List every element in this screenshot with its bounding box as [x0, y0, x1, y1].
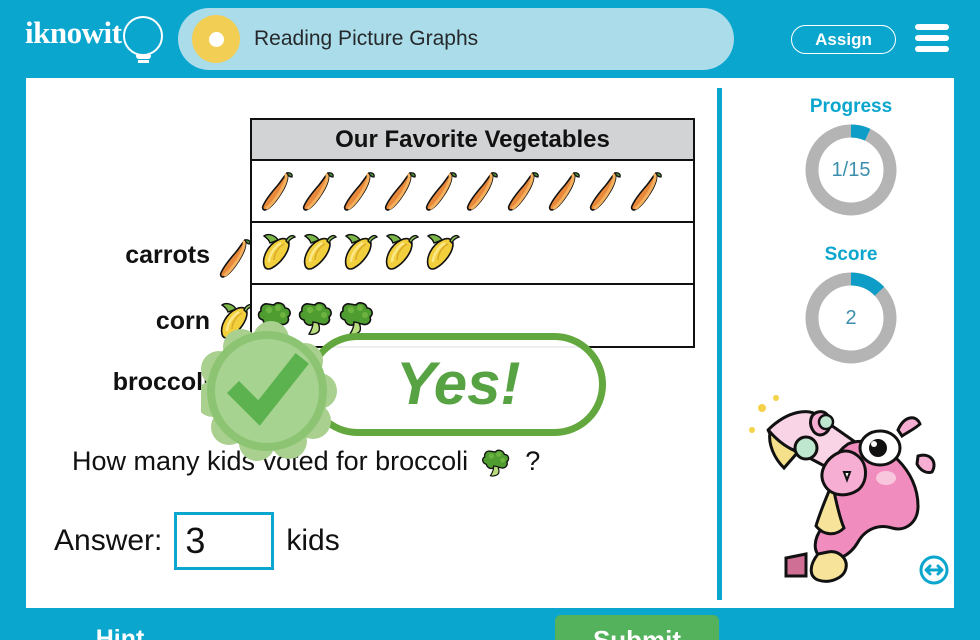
graph-row-label-carrots: carrots	[125, 241, 210, 269]
graph-row-label-corn: corn	[155, 307, 210, 335]
score-meter: Score 2	[722, 244, 980, 368]
trumpet-valve	[793, 435, 819, 461]
carrot-icon	[343, 172, 375, 211]
circle-dot-inner-icon	[209, 32, 224, 47]
feedback-text: Yes!	[396, 350, 521, 417]
score-ring: 2	[801, 268, 901, 368]
progress-label: Progress	[809, 96, 893, 117]
lesson-title-pill: Reading Picture Graphs	[178, 8, 734, 70]
corn-glyph	[220, 302, 254, 339]
hamburger-bar	[915, 46, 949, 52]
carrot-icon	[425, 172, 457, 211]
carrot-icon	[261, 172, 293, 211]
broccoli-icon	[481, 449, 509, 477]
picture-graph: Our Favorite Vegetables	[250, 118, 695, 348]
monster-foot	[784, 552, 808, 578]
score-value: 2	[845, 306, 857, 329]
status-sidebar: Progress 1/15 Score 2	[722, 78, 980, 608]
carrot-icon	[384, 172, 416, 211]
corn-icon	[262, 233, 296, 270]
question-text-after: ?	[525, 446, 541, 476]
assign-button[interactable]: Assign	[791, 25, 896, 54]
carrot-icon	[302, 172, 334, 211]
hamburger-bar	[915, 24, 949, 30]
lightbulb-base-icon	[136, 55, 151, 59]
corn-icon	[385, 233, 419, 270]
answer-label: Answer:	[54, 524, 163, 557]
carrot-icon	[630, 172, 662, 211]
carrot-icon	[507, 172, 539, 211]
corn-icon	[426, 233, 460, 270]
question-text-before: How many kids voted for broccoli	[72, 446, 469, 476]
carrot-icon	[589, 172, 621, 211]
score-label: Score	[824, 244, 878, 265]
app-header: iknowit Reading Picture Graphs Assign	[0, 0, 980, 78]
answer-input[interactable]	[174, 512, 275, 570]
progress-value: 1/15	[831, 158, 871, 181]
carrot-icon	[466, 172, 498, 211]
exercise-area: carrots corn broccoli Our Favorite Veget…	[26, 78, 719, 640]
lightbulb-base2-icon	[138, 60, 149, 63]
answer-unit-label: kids	[286, 524, 340, 557]
resize-horizontal-icon[interactable]	[918, 554, 950, 586]
picture-graph-title: Our Favorite Vegetables	[252, 120, 693, 161]
page-title: Reading Picture Graphs	[254, 27, 479, 50]
circle-dot-icon	[192, 15, 240, 63]
feedback-banner	[306, 333, 606, 436]
carrot-glyph	[219, 239, 251, 278]
broccoli-icon	[298, 302, 332, 336]
broccoli-glyph	[215, 372, 249, 406]
hint-button[interactable]: Hint	[64, 615, 176, 640]
hamburger-bar	[915, 35, 949, 41]
corn-icon	[303, 233, 337, 270]
broccoli-icon	[339, 302, 373, 336]
graph-row-label-broccoli: broccoli	[112, 368, 210, 396]
brand-logo[interactable]: iknowit	[25, 14, 175, 64]
app-root: iknowit Reading Picture Graphs Assign ca…	[0, 0, 980, 640]
graph-row-carrots	[252, 161, 693, 223]
carrot-icon	[548, 172, 580, 211]
question-text: How many kids voted for broccoli ?	[72, 443, 540, 479]
progress-ring: 1/15	[801, 120, 901, 220]
answer-row: Answer: kids	[54, 510, 340, 572]
graph-row-corn	[252, 223, 693, 285]
progress-meter: Progress 1/15	[722, 96, 980, 220]
hamburger-menu-icon[interactable]	[915, 24, 949, 54]
monster-pupil	[869, 439, 887, 457]
corn-icon	[344, 233, 378, 270]
submit-button[interactable]: Submit	[555, 615, 719, 640]
broccoli-icon	[214, 364, 256, 406]
monster-foot	[809, 550, 848, 583]
graph-row-broccoli	[252, 285, 693, 347]
lightbulb-icon	[123, 16, 163, 56]
broccoli-icon	[257, 302, 291, 336]
